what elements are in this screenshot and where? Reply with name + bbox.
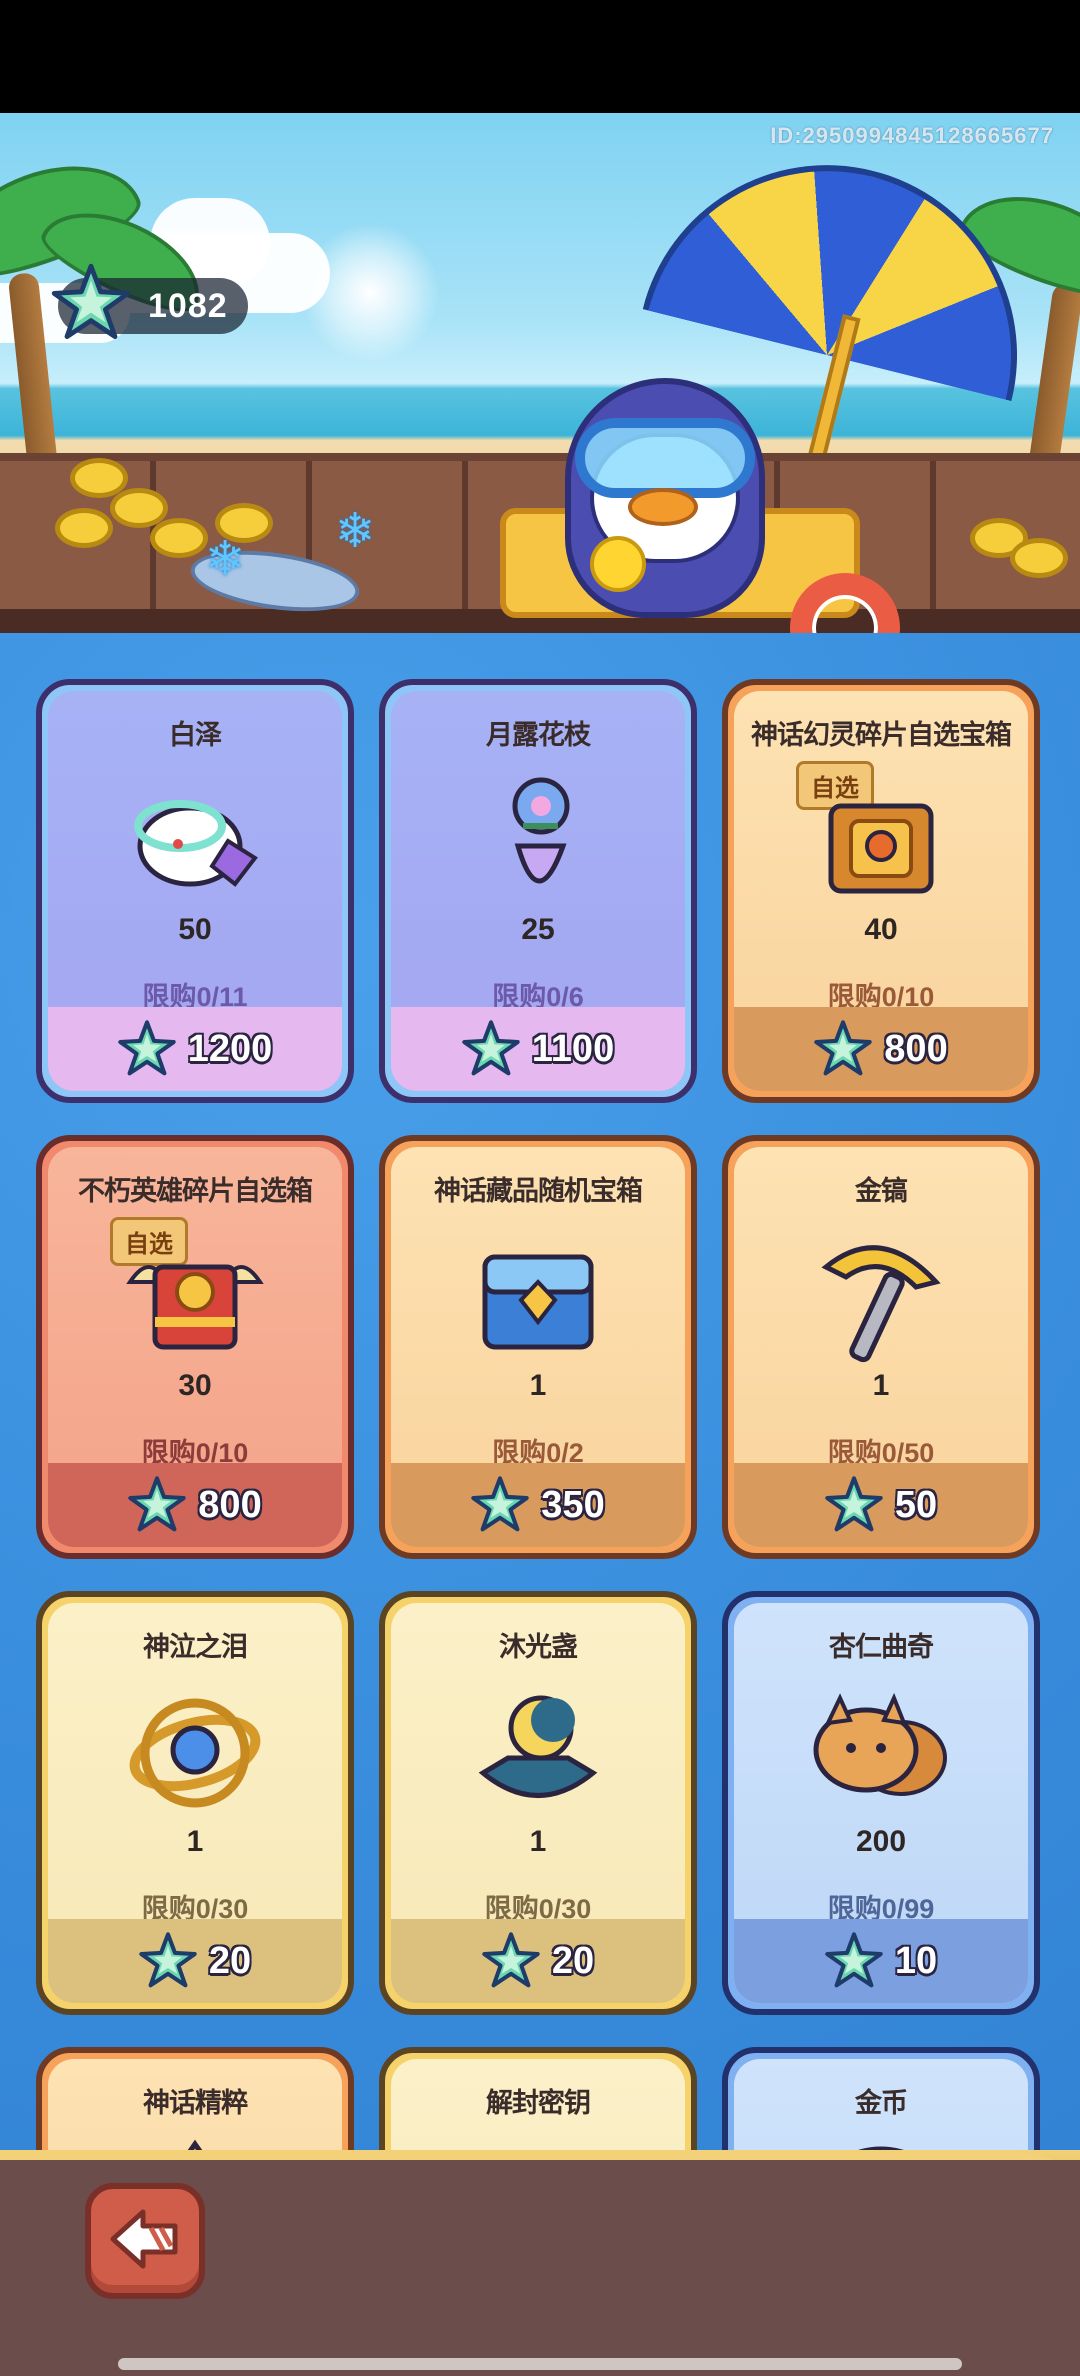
card-body: 神话藏品随机宝箱 1 限购0/2 350 — [391, 1147, 685, 1547]
starfish-icon — [118, 1020, 188, 1078]
price-button[interactable]: 10 — [734, 1919, 1028, 2003]
chest-icon — [806, 766, 956, 916]
gold-coin — [55, 508, 113, 548]
price-button[interactable]: 1200 — [48, 1007, 342, 1091]
gold-coin — [1010, 538, 1068, 578]
flower-vase-icon — [463, 766, 613, 916]
blue-chest-icon — [463, 1222, 613, 1372]
goggles — [575, 418, 755, 498]
item-price: 350 — [541, 1483, 605, 1526]
price-button[interactable]: 50 — [734, 1463, 1028, 1547]
item-quantity: 200 — [855, 1825, 907, 1858]
item-price: 20 — [208, 1939, 252, 1982]
item-quantity: 1 — [529, 1369, 547, 1402]
price-button[interactable]: 20 — [48, 1919, 342, 2003]
shop-grid: 白泽 50 限购0/11 1200 月露花枝 25 限购0/6 1100 神话幻灵碎片自选宝箱自… — [36, 679, 1046, 2193]
item-name: 金镐 — [855, 1176, 908, 1206]
price-button[interactable]: 800 — [734, 1007, 1028, 1091]
starfish-icon — [48, 260, 134, 346]
item-quantity: 25 — [521, 913, 555, 946]
card-body: 白泽 50 限购0/11 1200 — [48, 691, 342, 1091]
item-name: 白泽 — [169, 720, 222, 750]
shop-item-card[interactable]: 杏仁曲奇 200 限购0/99 10 — [722, 1591, 1040, 2015]
item-name: 金币 — [855, 2088, 908, 2118]
back-button[interactable] — [85, 2183, 205, 2299]
item-name: 神话藏品随机宝箱 — [434, 1176, 643, 1206]
item-name: 神泣之泪 — [143, 1632, 248, 1662]
item-quantity: 30 — [178, 1369, 212, 1402]
price-button[interactable]: 20 — [391, 1919, 685, 2003]
winged-chest-icon — [120, 1222, 270, 1372]
player-id: ID:2950994845128665677 — [770, 123, 1054, 148]
item-name: 沐光盏 — [499, 1632, 578, 1662]
item-quantity: 1 — [529, 1825, 547, 1858]
item-quantity: 1 — [872, 1369, 890, 1402]
back-arrow-icon — [105, 2204, 185, 2279]
item-name: 月露花枝 — [486, 720, 591, 750]
price-button[interactable]: 350 — [391, 1463, 685, 1547]
shop-item-card[interactable]: 沐光盏 1 限购0/30 20 — [379, 1591, 697, 2015]
cat-cookie-icon — [806, 1678, 956, 1828]
item-name: 杏仁曲奇 — [829, 1632, 934, 1662]
moon-lamp-icon — [463, 1678, 613, 1828]
shop-item-card[interactable]: 白泽 50 限购0/11 1200 — [36, 679, 354, 1103]
item-price: 800 — [198, 1483, 262, 1526]
shop-panel: 白泽 50 限购0/11 1200 月露花枝 25 限购0/6 1100 神话幻灵碎片自选宝箱自… — [0, 633, 1080, 2193]
gold-coin — [150, 518, 208, 558]
snowflake-icon: ❄ — [335, 505, 376, 558]
golden-pickaxe-icon — [806, 1222, 956, 1372]
shop-item-card[interactable]: 不朽英雄碎片自选箱 自选 30 限购0/10 800 — [36, 1135, 354, 1559]
item-name: 神话精粹 — [143, 2088, 248, 2118]
item-price: 10 — [894, 1939, 938, 1982]
shop-item-card[interactable]: 神泣之泪 1 限购0/30 20 — [36, 1591, 354, 2015]
item-quantity: 50 — [178, 913, 212, 946]
price-button[interactable]: 800 — [48, 1463, 342, 1547]
currency-value: 1082 — [148, 286, 228, 325]
item-price: 50 — [894, 1483, 938, 1526]
item-price: 1100 — [531, 1027, 615, 1070]
penguin-beak — [628, 488, 698, 526]
shop-item-card[interactable]: 神话藏品随机宝箱 1 限购0/2 350 — [379, 1135, 697, 1559]
snowflake-icon: ❄ — [205, 533, 246, 586]
starfish-icon — [139, 1932, 209, 1990]
gem-ring-icon — [120, 1678, 270, 1828]
card-body: 不朽英雄碎片自选箱 自选 30 限购0/10 800 — [48, 1147, 342, 1547]
item-price: 1200 — [187, 1027, 273, 1070]
card-body: 沐光盏 1 限购0/30 20 — [391, 1603, 685, 2003]
currency-counter[interactable]: 1082 — [51, 263, 248, 339]
card-body: 月露花枝 25 限购0/6 1100 — [391, 691, 685, 1091]
shop-item-card[interactable]: 月露花枝 25 限购0/6 1100 — [379, 679, 697, 1103]
item-name: 不朽英雄碎片自选箱 — [78, 1176, 313, 1206]
shop-item-card[interactable]: 神话幻灵碎片自选宝箱 自选 40 限购0/10 800 — [722, 679, 1040, 1103]
item-price: 800 — [884, 1027, 948, 1070]
starfish-icon — [128, 1476, 198, 1534]
starfish-icon — [462, 1020, 532, 1078]
starfish-icon — [471, 1476, 541, 1534]
duckling — [590, 536, 646, 592]
card-body: 金镐 1 限购0/50 50 — [734, 1147, 1028, 1547]
starfish-icon — [825, 1476, 895, 1534]
starfish-icon — [814, 1020, 884, 1078]
item-price: 20 — [551, 1939, 595, 1982]
starfish-icon — [825, 1932, 895, 1990]
baize-creature-icon — [120, 766, 270, 916]
price-button[interactable]: 1100 — [391, 1007, 685, 1091]
item-name: 解封密钥 — [486, 2088, 591, 2118]
card-body: 神话幻灵碎片自选宝箱 自选 40 限购0/10 800 — [734, 691, 1028, 1091]
starfish-icon — [482, 1932, 552, 1990]
item-quantity: 1 — [186, 1825, 204, 1858]
item-name: 神话幻灵碎片自选宝箱 — [751, 720, 1012, 750]
card-body: 杏仁曲奇 200 限购0/99 10 — [734, 1603, 1028, 2003]
card-body: 神泣之泪 1 限购0/30 20 — [48, 1603, 342, 2003]
home-indicator[interactable] — [118, 2358, 962, 2370]
shop-item-card[interactable]: 金镐 1 限购0/50 50 — [722, 1135, 1040, 1559]
item-quantity: 40 — [864, 913, 898, 946]
status-bar — [0, 0, 1080, 113]
beach-banner: ❄ ❄ 1082 — [0, 113, 1080, 633]
